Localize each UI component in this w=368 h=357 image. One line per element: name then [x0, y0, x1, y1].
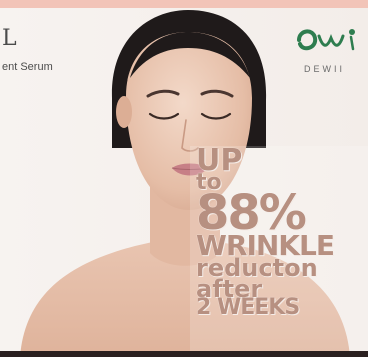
- product-name: ent Serum: [2, 61, 53, 73]
- headline-line-7: 2 WEEKS: [196, 295, 300, 321]
- bottom-edge-bar: [0, 351, 368, 357]
- top-accent-band: [0, 0, 368, 8]
- brand-initial: L: [2, 26, 17, 51]
- headline-line-3: 88%: [196, 184, 307, 241]
- logo-wordmark: DEWII: [304, 64, 345, 74]
- headline-block: UP to 88% WRINKLE reducton after 2 WEEKS: [196, 146, 368, 321]
- dewii-logo-icon: [297, 29, 355, 51]
